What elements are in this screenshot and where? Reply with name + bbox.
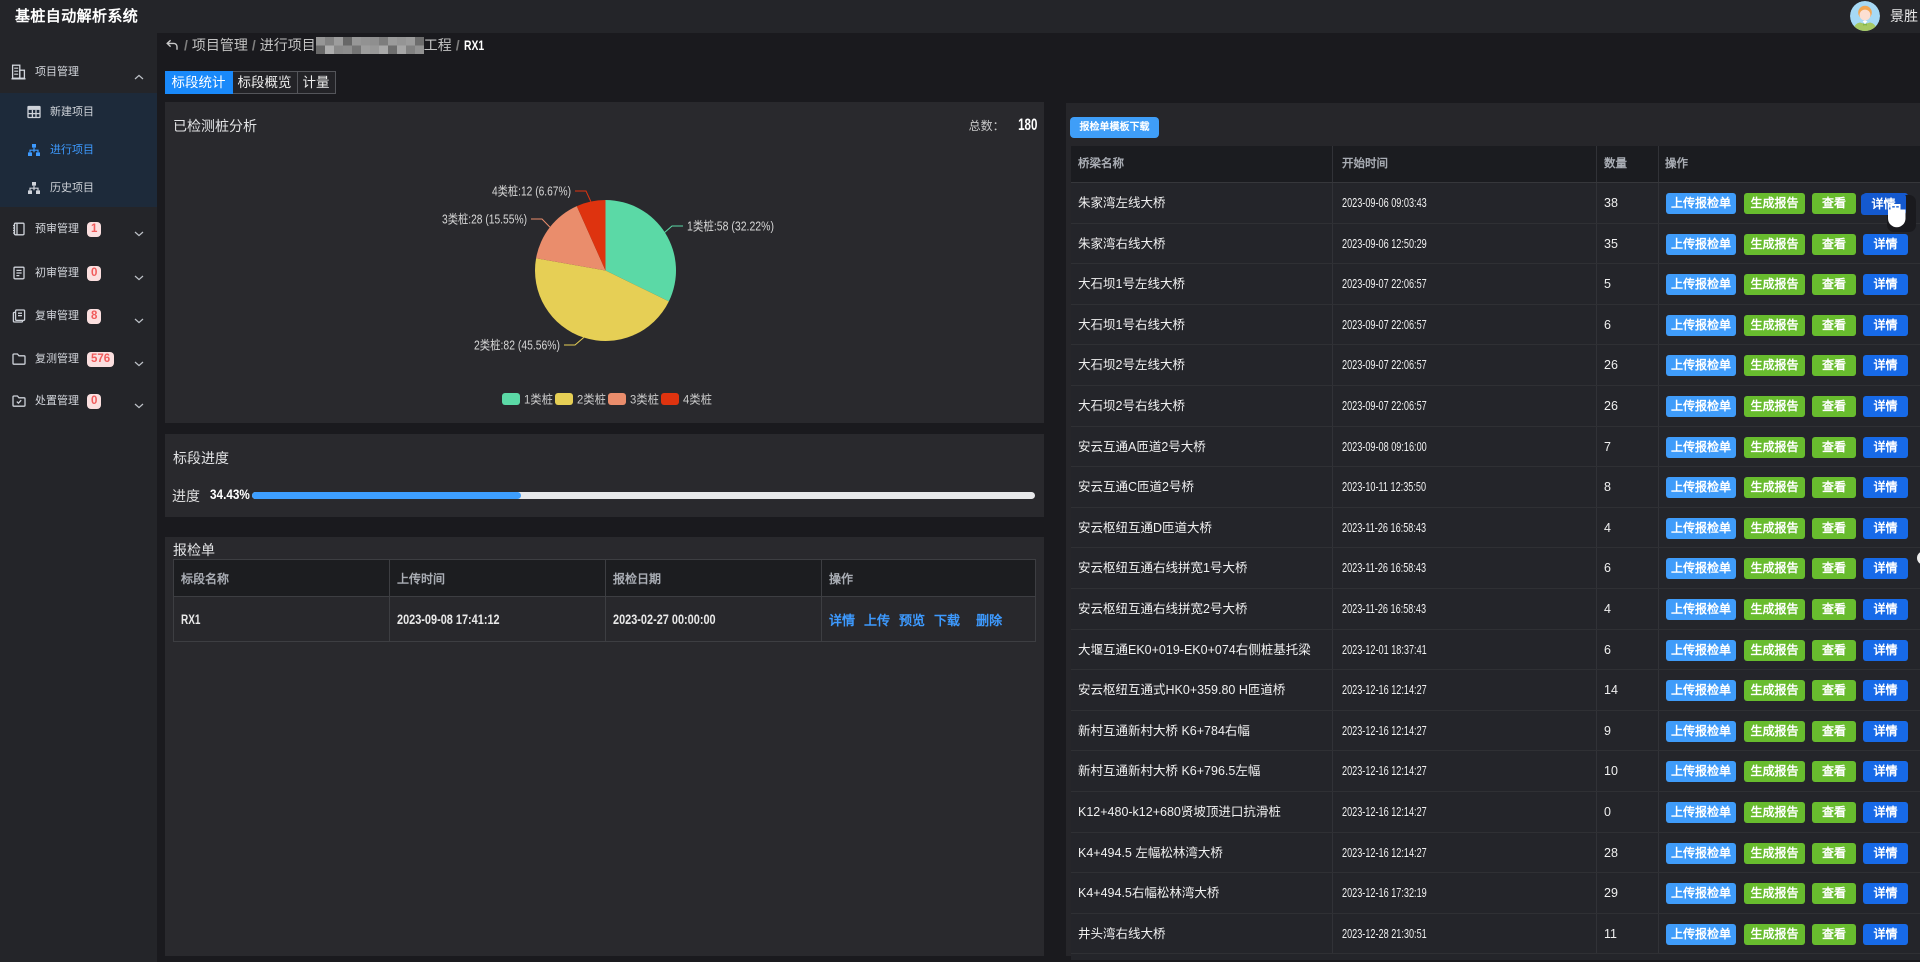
svg-text:2类桩: 2类桩 bbox=[577, 392, 606, 407]
svg-text:2类桩:82 (45.56%): 2类桩:82 (45.56%) bbox=[474, 338, 560, 353]
svg-text:1类桩:58 (32.22%): 1类桩:58 (32.22%) bbox=[687, 219, 774, 234]
svg-text:3类桩: 3类桩 bbox=[630, 392, 659, 407]
svg-text:4类桩: 4类桩 bbox=[683, 392, 712, 407]
svg-text:1类桩: 1类桩 bbox=[524, 392, 553, 407]
svg-text:4类桩:12 (6.67%): 4类桩:12 (6.67%) bbox=[492, 184, 571, 199]
svg-text:3类桩:28 (15.55%): 3类桩:28 (15.55%) bbox=[442, 212, 527, 227]
